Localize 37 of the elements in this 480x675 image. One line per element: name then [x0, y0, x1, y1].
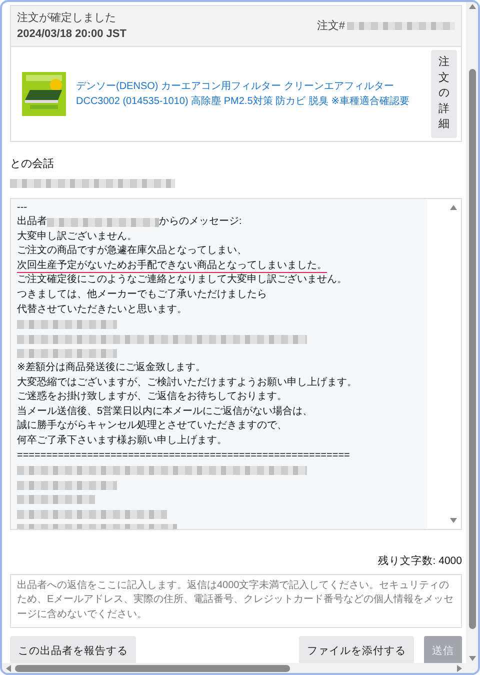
message-text: ========================================================= — [17, 448, 350, 463]
product-link[interactable]: デンソー(DENSO) カーエアコン用フィルター クリーンエアフィルター DCC3002 (014535-1010) 高除塵 PM2.5対策 防カビ 脱臭 ※車種適合確認要 — [76, 78, 421, 109]
message-text: 出品者 — [17, 215, 47, 230]
scrollbar-thumb[interactable] — [15, 664, 290, 672]
scroll-left-icon[interactable] — [6, 664, 11, 672]
conversation-heading: との会話 — [10, 158, 54, 170]
order-number-label: 注文# — [316, 18, 345, 34]
report-seller-button[interactable]: この出品者を報告する — [10, 636, 136, 663]
underlined-message-text: 次回生産予定がないためお手配できない商品となってしまいました。 — [17, 259, 327, 274]
reply-field[interactable]: 出品者への返信をここに記入します。返信は4000文字未満で記入してください。セキュリティのため、Eメールアドレス、実際の住所、電話番号、クレジットカード番号などの個人情報をメッセージに含めないでください。 — [10, 574, 462, 628]
vertical-scrollbar[interactable] — [466, 2, 478, 663]
message-text: ご迷惑をお掛け致しますが、ご返信をお待ちしております。 — [17, 390, 287, 404]
message-text: 何卒ご了承下さいます様お願い申し上げます。 — [17, 434, 227, 448]
scroll-up-icon[interactable] — [450, 204, 457, 210]
scroll-right-icon[interactable] — [457, 664, 462, 672]
scroll-up-icon[interactable] — [468, 4, 476, 9]
message-text: ご注文の商品ですが急遽在庫欠品となってしまい、 — [17, 244, 247, 258]
message-text: からのメッセージ: — [159, 215, 242, 230]
scroll-down-icon[interactable] — [468, 656, 476, 661]
attach-file-button[interactable]: ファイルを添付する — [299, 636, 414, 663]
message-text: 大変恐縮ではございますが、ご検討いただけますようお願い申し上げます。 — [17, 376, 357, 390]
message-text: --- — [17, 200, 27, 214]
remaining-characters: 残り文字数: 4000 — [378, 554, 462, 566]
message-text: 大変申し訳ございません。 — [17, 230, 137, 244]
message-text: ご注文確定後にこのようなご連絡となりまして大変申し訳ございません。 — [17, 273, 347, 288]
order-date: 2024/03/18 20:00 JST — [17, 27, 126, 42]
horizontal-scrollbar[interactable] — [2, 663, 466, 673]
order-details-button[interactable]: 注文の詳細 — [431, 50, 457, 138]
message-text: 誠に勝手ながらキャンセル処理とさせていただきますので、 — [17, 419, 287, 434]
scrollbar-thumb[interactable] — [468, 69, 476, 629]
message-text: 当メール送信後、5営業日以内に本メールにご返信がない場合は、 — [17, 404, 313, 419]
message-text: 代替させていただきたいと思います。 — [17, 302, 187, 317]
message-text: ※差額分は商品発送後にご返金致します。 — [17, 361, 206, 376]
product-image — [22, 72, 66, 116]
order-status: 注文が確定しました — [17, 10, 117, 26]
scroll-down-icon[interactable] — [450, 518, 457, 522]
message-text: つきましては、他メーカーでもご了承いただけましたら — [17, 288, 267, 302]
